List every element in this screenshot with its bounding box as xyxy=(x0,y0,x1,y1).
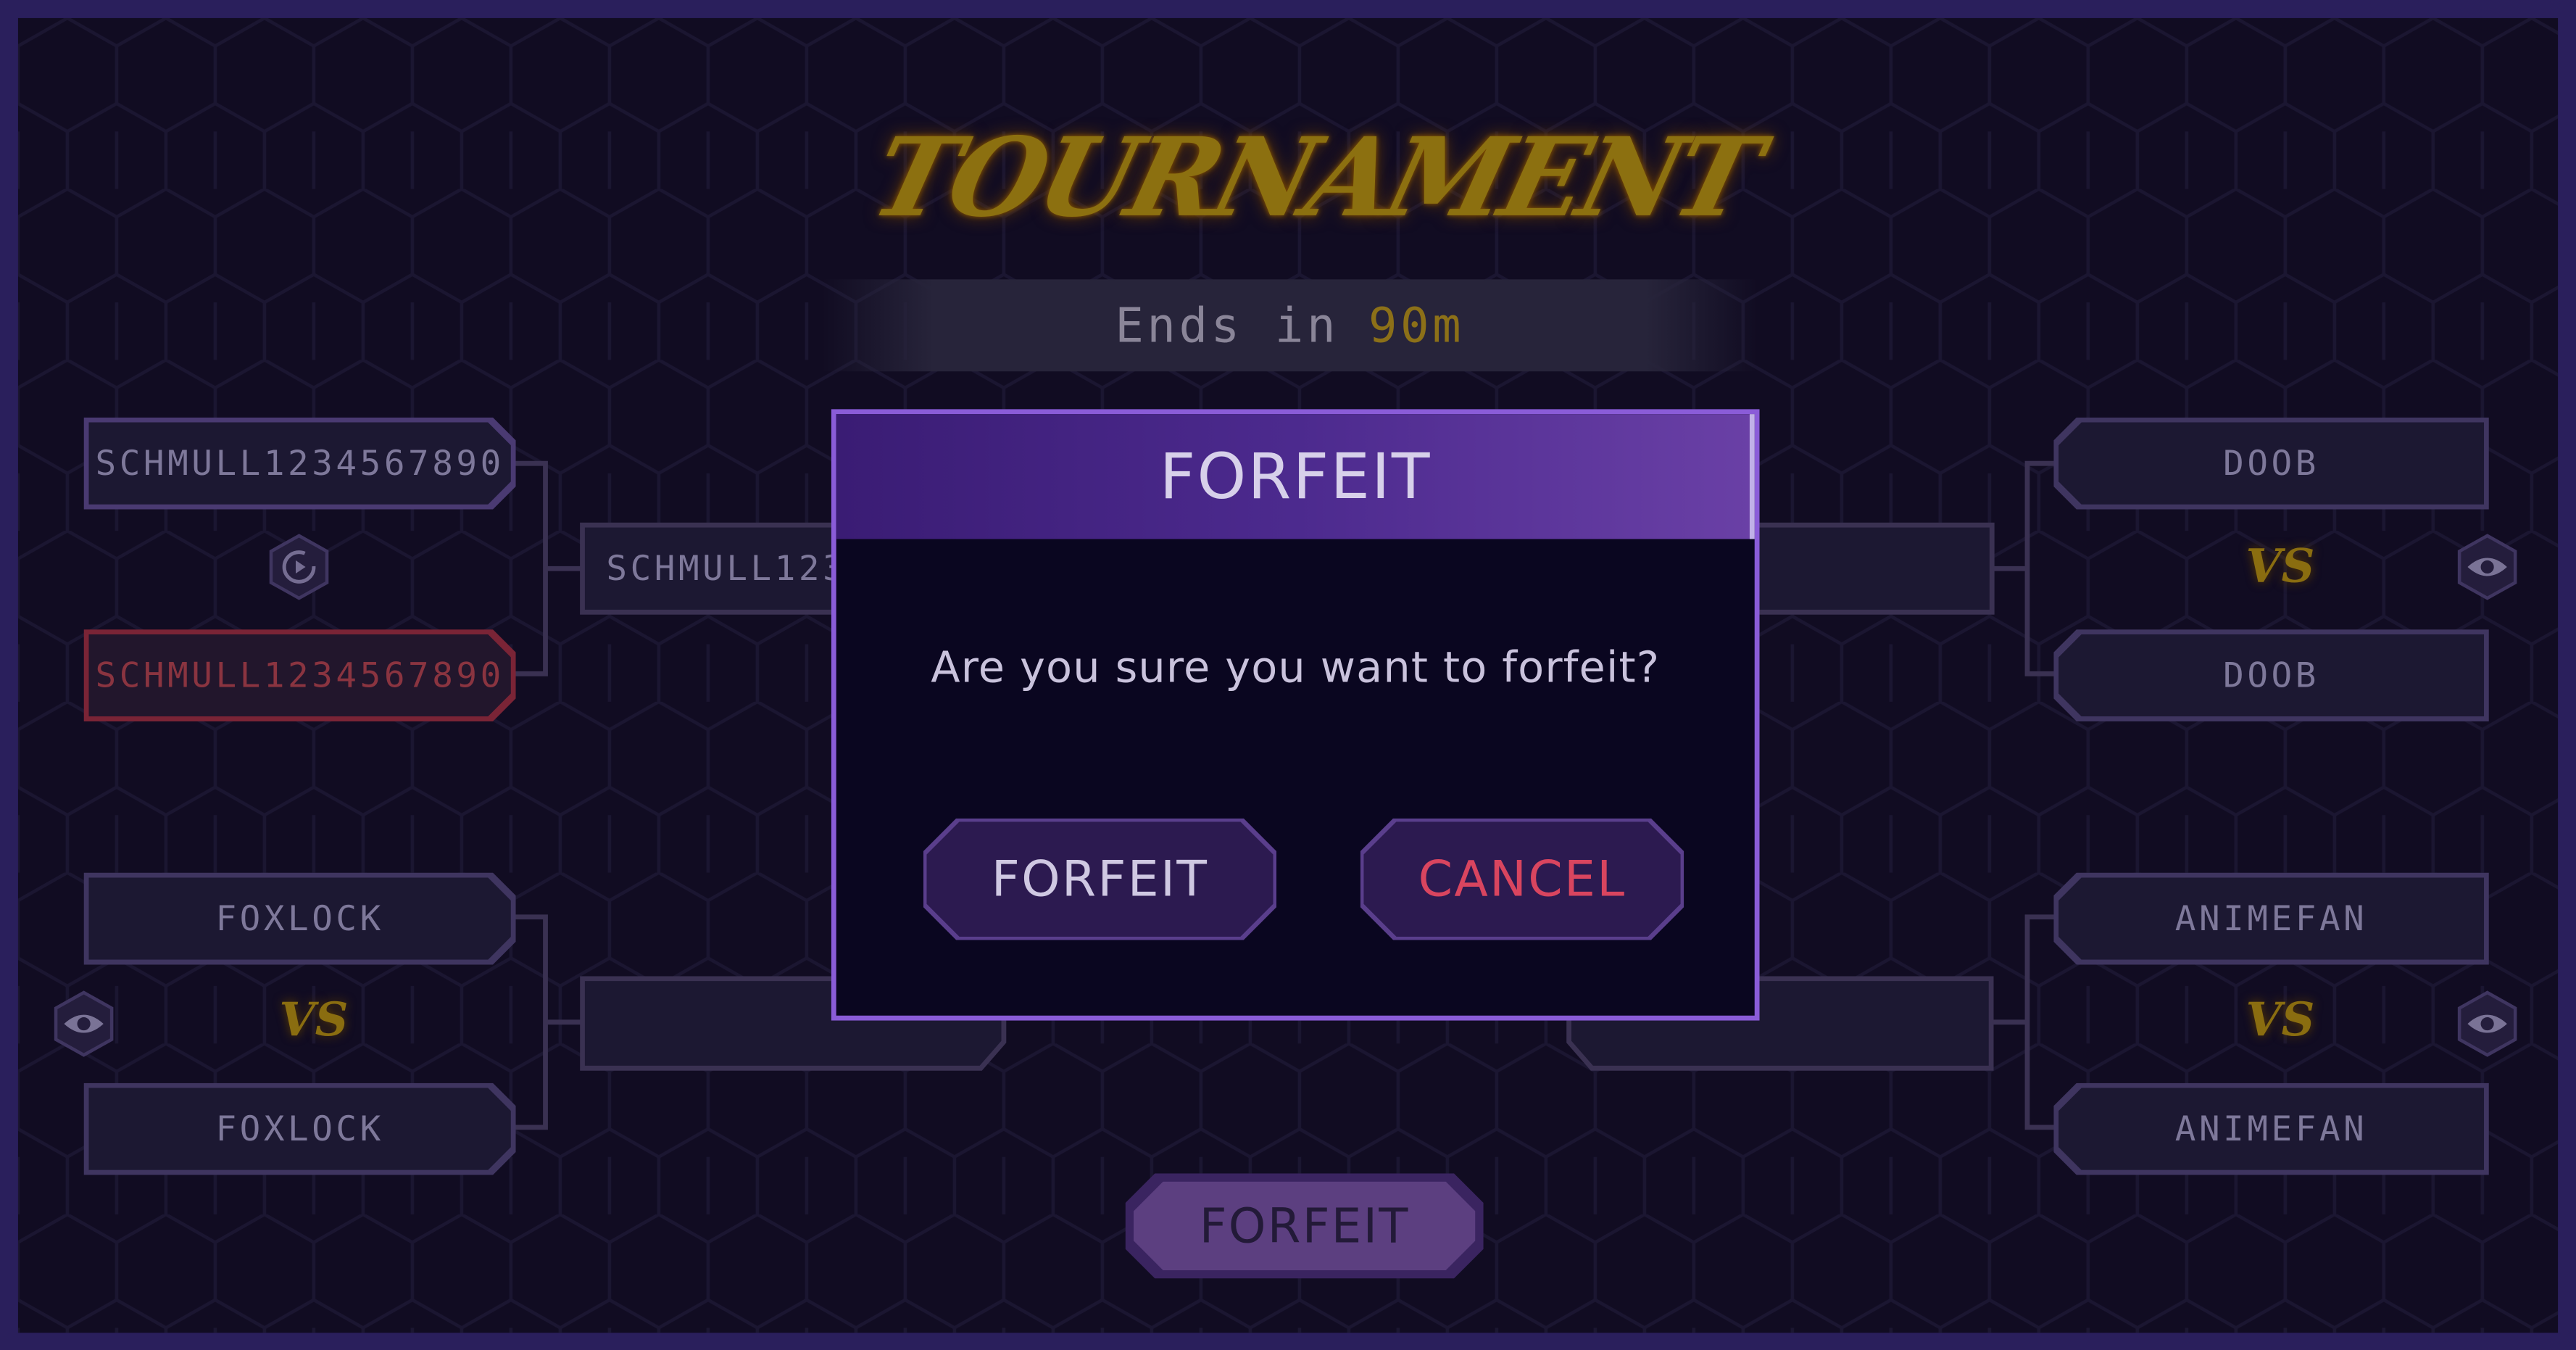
right-round2-top-slot[interactable] xyxy=(1741,522,1995,615)
player-name: SCHMULL1234567890 xyxy=(95,655,504,695)
replay-icon[interactable] xyxy=(265,532,333,601)
countdown-value: 90m xyxy=(1368,297,1465,354)
forfeit-dialog: FORFEIT Are you sure you want to forfeit… xyxy=(831,409,1760,1021)
countdown-prefix: Ends in xyxy=(1115,297,1339,354)
left-match2-player-bottom[interactable]: FOXLOCK xyxy=(84,1083,516,1175)
player-name: FOXLOCK xyxy=(215,1109,384,1149)
cancel-label: CANCEL xyxy=(1363,821,1680,937)
countdown-bar: Ends in 90m xyxy=(821,279,1758,372)
forfeit-button[interactable]: FORFEIT xyxy=(1126,1173,1484,1278)
forfeit-button-label: FORFEIT xyxy=(1134,1182,1475,1270)
player-name: SCHMULL1234567890 xyxy=(95,443,504,484)
dialog-message: Are you sure you want to forfeit? xyxy=(931,644,1661,694)
player-name: DOOB xyxy=(2223,655,2319,695)
right-match1-player-bottom[interactable]: DOOB xyxy=(2053,629,2489,721)
eye-icon[interactable] xyxy=(49,989,118,1058)
eye-icon[interactable] xyxy=(2453,989,2522,1058)
left-match2-player-top[interactable]: FOXLOCK xyxy=(84,873,516,965)
vs-label: VS xyxy=(2245,993,2315,1047)
eye-icon[interactable] xyxy=(2453,532,2522,601)
right-match2-player-bottom[interactable]: ANIMEFAN xyxy=(2053,1083,2489,1175)
vs-label: VS xyxy=(279,993,349,1047)
left-match1-player-bottom-eliminated[interactable]: SCHMULL1234567890 xyxy=(84,629,516,721)
player-name: FOXLOCK xyxy=(215,898,384,939)
left-round2-top-slot[interactable]: SCHMULL123 xyxy=(580,522,844,615)
player-name: ANIMEFAN xyxy=(2174,1109,2368,1149)
player-name: SCHMULL123 xyxy=(606,549,847,589)
confirm-forfeit-label: FORFEIT xyxy=(926,821,1273,937)
tournament-title: TOURNAMENT xyxy=(860,113,1769,242)
cancel-button[interactable]: CANCEL xyxy=(1360,819,1684,940)
player-name: DOOB xyxy=(2223,443,2319,484)
right-match1-player-top[interactable]: DOOB xyxy=(2053,418,2489,510)
dialog-title: FORFEIT xyxy=(836,414,1755,539)
player-name: ANIMEFAN xyxy=(2174,898,2368,939)
dialog-header-edge xyxy=(1749,414,1755,539)
game-screen: TOURNAMENT Ends in 90m SCHMULL1234567890… xyxy=(0,0,2576,1350)
left-match1-player-top[interactable]: SCHMULL1234567890 xyxy=(84,418,516,510)
right-match2-player-top[interactable]: ANIMEFAN xyxy=(2053,873,2489,965)
confirm-forfeit-button[interactable]: FORFEIT xyxy=(923,819,1276,940)
vs-label: VS xyxy=(2245,539,2315,594)
